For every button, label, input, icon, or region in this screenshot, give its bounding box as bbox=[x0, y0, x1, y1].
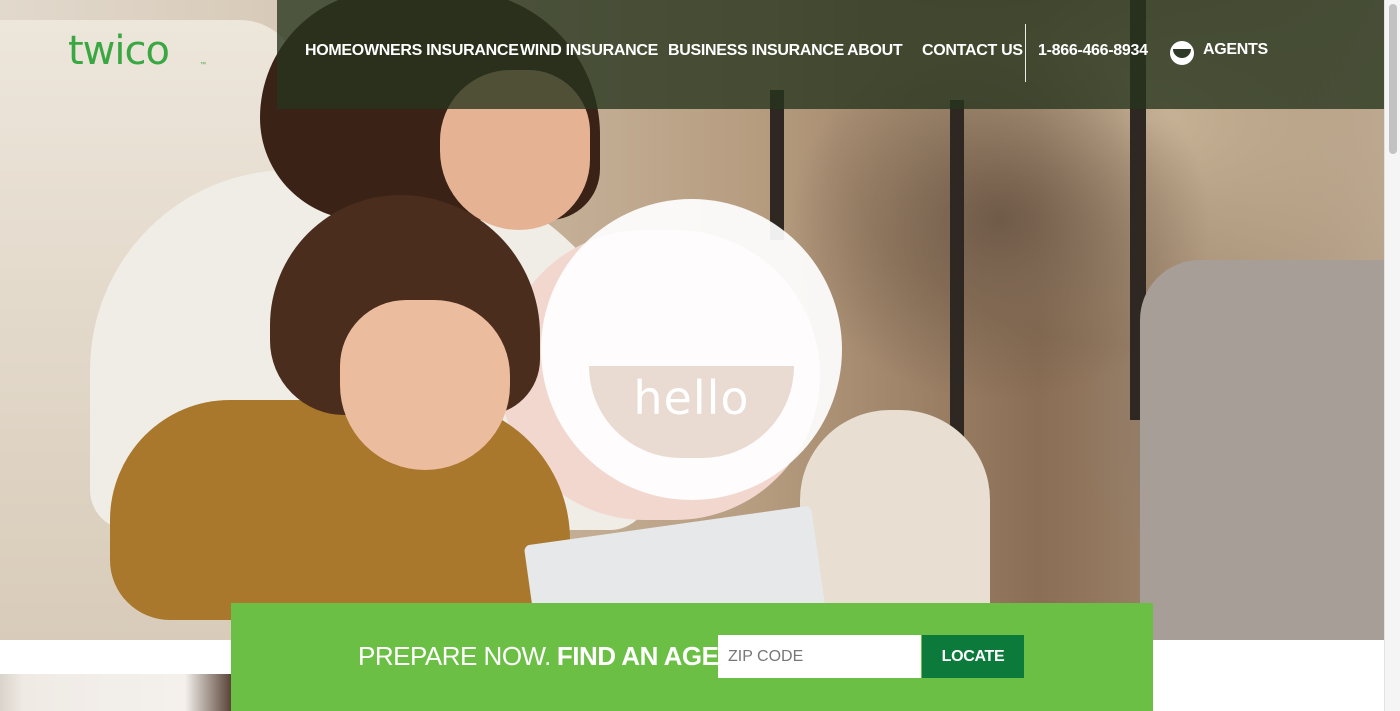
prepare-now-text: PREPARE NOW. bbox=[358, 641, 551, 671]
find-agent-heading: PREPARE NOW. FIND AN AGENT bbox=[358, 641, 753, 672]
chair-leg bbox=[770, 90, 784, 240]
sofa-arm bbox=[800, 410, 990, 610]
nav-homeowners-insurance[interactable]: HOMEOWNERS INSURANCE bbox=[305, 42, 519, 60]
nav-contact-us[interactable]: CONTACT US bbox=[922, 42, 1023, 60]
boy-figure bbox=[110, 400, 570, 620]
page-scrollbar[interactable] bbox=[1384, 0, 1400, 711]
main-navigation: HOMEOWNERS INSURANCE WIND INSURANCE BUSI… bbox=[277, 0, 1384, 109]
twico-logo[interactable]: twico bbox=[68, 28, 170, 74]
nav-about[interactable]: ABOUT bbox=[847, 42, 903, 60]
agents-link[interactable]: AGENTS bbox=[1203, 41, 1268, 59]
boy-face bbox=[340, 300, 510, 470]
find-agent-bar: PREPARE NOW.FIND AN AGENT LOCATE bbox=[231, 603, 1153, 711]
nav-wind-insurance[interactable]: WIND INSURANCE bbox=[520, 42, 658, 60]
scrollbar-thumb[interactable] bbox=[1389, 4, 1397, 154]
nav-business-insurance[interactable]: BUSINESS INSURANCE bbox=[668, 42, 844, 60]
phone-number-link[interactable]: 1-866-466-8934 bbox=[1038, 42, 1148, 60]
agent-portal-icon[interactable] bbox=[1170, 41, 1194, 65]
next-section-blank bbox=[1153, 674, 1384, 711]
zip-code-input[interactable] bbox=[718, 635, 921, 678]
hello-badge: hello bbox=[541, 199, 842, 500]
next-section-image-peek bbox=[0, 674, 231, 711]
nav-divider bbox=[1025, 24, 1026, 82]
blanket bbox=[1140, 260, 1384, 640]
trademark-mark: ™ bbox=[200, 62, 206, 68]
chair-leg bbox=[950, 100, 964, 460]
hello-text: hello bbox=[633, 371, 750, 425]
locate-button[interactable]: LOCATE bbox=[922, 635, 1024, 678]
